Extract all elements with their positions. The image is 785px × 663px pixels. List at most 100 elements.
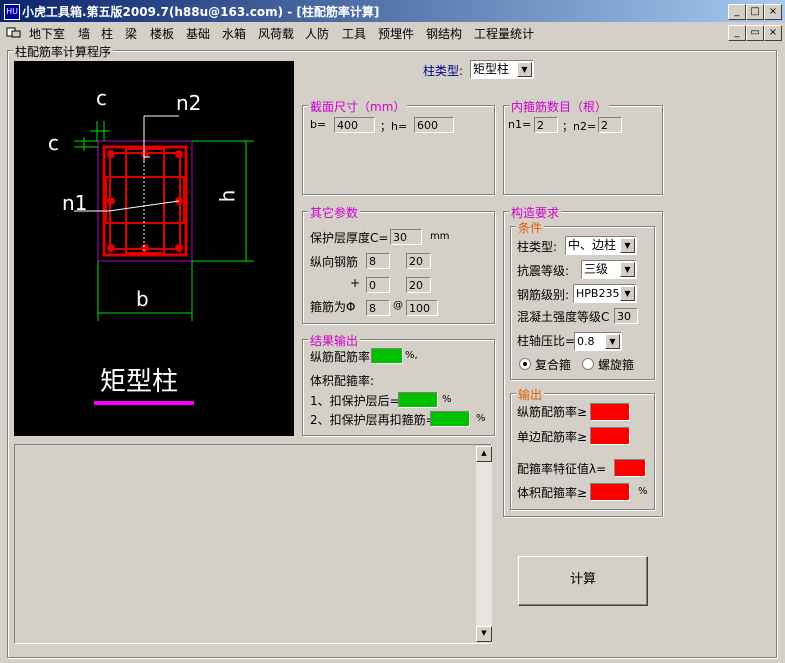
menu-civil-defense[interactable]: 人防 [305,25,329,42]
long-rebar-count-2[interactable]: 0 [366,277,390,293]
vertical-scrollbar[interactable]: ▲ ▼ [476,446,492,642]
menu-wall[interactable]: 墙 [78,25,90,42]
stirrup-dia-input[interactable]: 8 [366,300,390,316]
menu-column[interactable]: 柱 [101,25,113,42]
column-type-value: 矩型柱 [473,62,510,76]
label-n2: n2 [176,91,202,115]
h-input[interactable]: 600 [414,117,454,133]
menu-tools[interactable]: 工具 [342,25,366,42]
axial-ratio-value: 0.8 [577,335,595,348]
stirrup-label: 箍筋为Φ [310,300,356,314]
mdi-close-button[interactable]: × [764,25,782,41]
vol-min-value [590,483,630,501]
cover-unit: mm [430,231,450,242]
menu-steel-structure[interactable]: 钢结构 [426,25,462,42]
conditions-title: 条件 [516,219,545,236]
cover-input[interactable]: 30 [390,229,422,245]
main-frame-title: 柱配筋率计算程序 [13,43,114,60]
section-size-title: 截面尺寸（mm） [308,98,408,115]
steel-grade-select[interactable]: HPB235 ▼ [573,284,637,303]
n1-label: n1= [508,118,532,131]
vol-ratio-label: 体积配箍率: [310,374,375,388]
chevron-down-icon[interactable]: ▼ [620,238,635,253]
output-title: 输出 [516,386,545,403]
minimize-button[interactable]: _ [728,4,746,20]
seismic-select[interactable]: 三级 ▼ [581,260,637,279]
b-label: b= [310,118,327,131]
side-min-value [590,427,630,445]
other-params-title: 其它参数 [308,204,361,221]
menu-basement[interactable]: 地下室 [29,25,65,42]
menu-embedded-parts[interactable]: 预埋件 [378,25,414,42]
window-title: 小虎工具箱.第五版2009.7(h88u@163.com) - [柱配筋率计算] [22,5,380,19]
long-rebar-count-1[interactable]: 8 [366,253,390,269]
vol-ratio-2-label: 2、扣保护层再扣箍筋= [310,413,436,427]
n1-input[interactable]: 2 [534,117,558,133]
menu-bar: 地下室 墙 柱 梁 楼板 基础 水箱 风荷载 人防 工具 预埋件 钢结构 工程量… [0,22,785,42]
vol-ratio-1-value [398,392,438,408]
vol-ratio-1-label: 1、扣保护层后= [310,394,400,408]
stirrup-count-title: 内箍筋数目（根） [509,98,610,115]
chevron-down-icon[interactable]: ▼ [605,334,620,349]
axial-ratio-label: 柱轴压比= [517,334,576,348]
side-min-label: 单边配筋率≥ [517,430,588,444]
mdi-doc-icon[interactable] [6,26,22,38]
chevron-down-icon[interactable]: ▼ [517,62,532,77]
app-icon[interactable]: HU [4,4,20,20]
long-ratio-label: 纵筋配筋率 [310,350,371,364]
mdi-minimize-button[interactable]: _ [728,25,746,41]
long-min-value [590,403,630,421]
result-output-title: 结果输出 [308,332,361,349]
menu-water-tank[interactable]: 水箱 [222,25,246,42]
menu-wind-load[interactable]: 风荷载 [258,25,294,42]
vol-min-unit: % [638,486,648,497]
diagram-caption: 矩型柱 [100,367,179,397]
label-c-left: c [48,131,59,155]
b-input[interactable]: 400 [334,117,375,133]
diagram-panel: c c n2 n1 h b 矩型柱 [14,61,294,436]
vol-ratio-1-unit: % [442,394,452,405]
concrete-input[interactable]: 30 [614,308,638,324]
long-ratio-value [371,348,403,364]
cond-type-label: 柱类型: [517,240,558,254]
vol-min-label: 体积配箍率≥ [517,486,588,500]
menu-quantity-stats[interactable]: 工程量统计 [474,25,534,42]
steel-grade-value: HPB235 [576,287,620,300]
radio-spiral-stirrup[interactable] [582,358,594,370]
calculate-button[interactable]: 计算 [518,556,648,606]
radio-composite-stirrup[interactable] [519,358,531,370]
menu-beam[interactable]: 梁 [125,25,137,42]
h-label: ；h= [380,120,408,133]
chevron-down-icon[interactable]: ▼ [620,286,635,301]
scroll-down-icon[interactable]: ▼ [476,626,492,642]
cond-type-select[interactable]: 中、边柱 ▼ [565,236,637,255]
stirrup-spacing-input[interactable]: 100 [406,300,438,316]
n2-input[interactable]: 2 [598,117,622,133]
axial-ratio-select[interactable]: 0.8 ▼ [574,332,622,351]
column-type-select[interactable]: 矩型柱 ▼ [470,60,534,79]
seismic-label: 抗震等级: [517,264,570,278]
label-n1: n1 [62,191,88,215]
long-rebar-dia-2[interactable]: 20 [406,277,431,293]
close-button[interactable]: × [764,4,782,20]
mdi-restore-button[interactable]: ▭ [746,25,764,41]
long-ratio-unit: %, [405,350,418,361]
menu-foundation[interactable]: 基础 [186,25,210,42]
plus-sign: + [350,276,361,290]
output-text-area[interactable] [14,444,492,644]
steel-grade-label: 钢筋级别: [517,288,570,302]
long-rebar-dia-1[interactable]: 20 [406,253,431,269]
chevron-down-icon[interactable]: ▼ [620,262,635,277]
vol-ratio-2-value [430,411,470,427]
column-type-label: 柱类型: [423,64,464,78]
radio-composite-label: 复合箍 [535,358,572,372]
maximize-button[interactable]: □ [746,4,764,20]
cond-type-value: 中、边柱 [568,238,617,252]
lambda-label: 配箍率特征值λ= [517,462,607,476]
menu-slab[interactable]: 楼板 [150,25,174,42]
seismic-value: 三级 [584,262,609,276]
scroll-up-icon[interactable]: ▲ [476,446,492,462]
label-b: b [136,287,149,311]
radio-spiral-label: 螺旋箍 [598,358,635,372]
label-c-top: c [96,86,107,110]
